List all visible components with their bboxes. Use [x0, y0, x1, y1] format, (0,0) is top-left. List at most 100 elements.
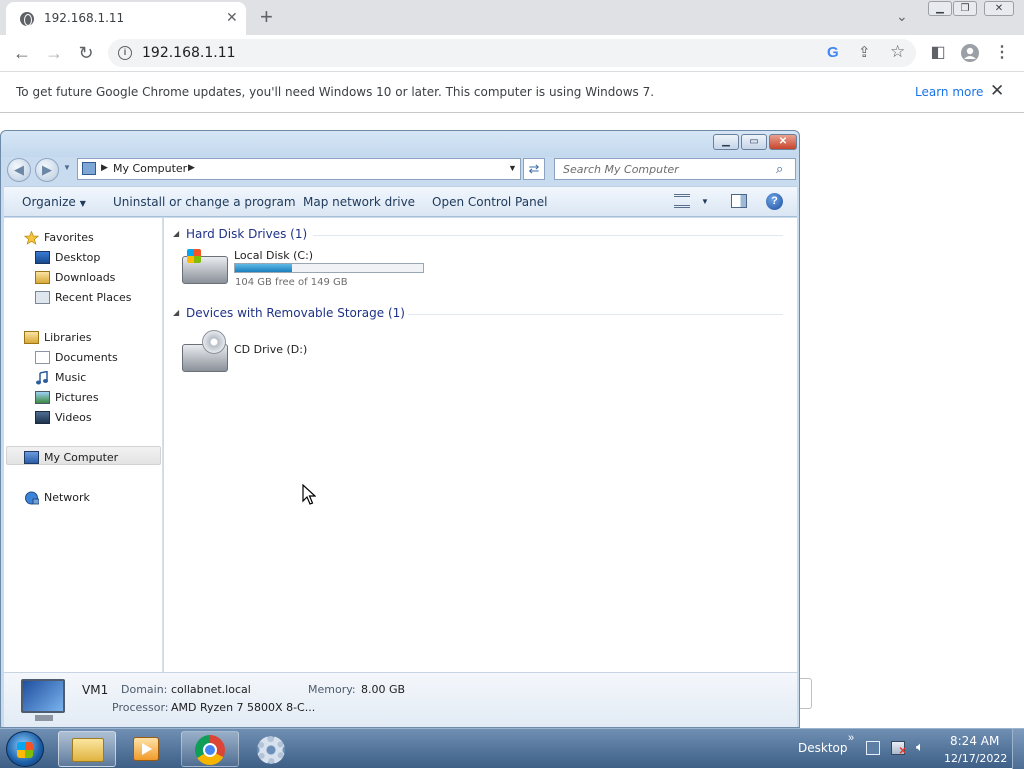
action-center-flag-icon[interactable] [866, 741, 880, 755]
side-panel-icon[interactable]: ◧ [926, 41, 950, 65]
memory-value: 8.00 GB [361, 683, 406, 696]
collapse-triangle-icon[interactable]: ◢ [173, 308, 179, 317]
network-status-icon[interactable]: ✕ [891, 741, 907, 757]
documents-icon [35, 351, 50, 364]
recent-pages-dropdown-icon[interactable]: ▼ [63, 163, 71, 172]
cd-drive-d-item[interactable]: CD Drive (D:) [178, 326, 338, 372]
learn-more-link[interactable]: Learn more [915, 85, 983, 99]
explorer-maximize-button[interactable]: ▭ [741, 134, 767, 150]
taskbar-chrome[interactable] [181, 731, 239, 767]
show-desktop-button[interactable] [1012, 729, 1024, 769]
window-minimize-button[interactable]: ▁ [928, 1, 952, 16]
chevron-down-icon: ▼ [79, 199, 86, 208]
preview-pane-icon[interactable] [731, 194, 747, 208]
content-pane: ◢ Hard Disk Drives (1) Local Disk (C:) 1… [164, 218, 797, 672]
open-control-panel-button[interactable]: Open Control Panel [432, 195, 547, 209]
drive-name: CD Drive (D:) [234, 343, 308, 356]
chrome-icon [195, 735, 225, 765]
nav-label: Downloads [55, 271, 116, 284]
nav-label: Documents [55, 351, 118, 364]
profile-icon[interactable] [958, 41, 982, 65]
update-infobar: To get future Google Chrome updates, you… [0, 71, 1024, 113]
url-text[interactable]: 192.168.1.11 [142, 45, 236, 61]
explorer-forward-button[interactable]: ▶ [35, 158, 59, 182]
explorer-back-button[interactable]: ◀ [7, 158, 31, 182]
group-header-label: Devices with Removable Storage (1) [186, 306, 405, 320]
desktop-toolbar-label[interactable]: Desktop [798, 741, 848, 755]
tab-search-icon[interactable]: ⌄ [896, 8, 908, 25]
tab-close-icon[interactable]: ✕ [226, 9, 238, 26]
nav-label: Recent Places [55, 291, 132, 304]
processor-label: Processor: [112, 701, 169, 714]
breadcrumb-arrow-icon[interactable]: ▶ [188, 162, 195, 173]
clock-time[interactable]: 8:24 AM [950, 734, 999, 748]
address-bar[interactable]: i 192.168.1.11 G ⇪ ☆ [108, 39, 916, 67]
domain-value: collabnet.local [171, 683, 251, 696]
drive-free-space: 104 GB free of 149 GB [235, 277, 348, 288]
search-placeholder: Search My Computer [563, 163, 679, 176]
tab-title: 192.168.1.11 [44, 11, 125, 25]
address-row: ◀ ▶ ▼ ▶ My Computer ▶ ▼ ⇄ Search My Comp… [1, 153, 799, 185]
breadcrumb-arrow-icon[interactable]: ▶ [101, 162, 108, 173]
tab-strip: 192.168.1.11 ✕ + ⌄ ▁ ❐ ✕ [0, 0, 1024, 35]
clock-date[interactable]: 12/17/2022 [944, 752, 1007, 765]
window-restore-button[interactable]: ❐ [953, 1, 977, 16]
memory-label: Memory: [308, 683, 356, 696]
refresh-icon[interactable]: ⇄ [523, 158, 545, 180]
site-info-icon[interactable]: i [118, 46, 132, 60]
google-lens-icon[interactable]: G [827, 44, 839, 61]
explorer-close-button[interactable]: ✕ [769, 134, 797, 150]
view-options-dropdown-icon[interactable]: ▼ [701, 197, 709, 206]
libraries-icon [24, 331, 39, 344]
new-tab-button[interactable]: + [260, 4, 273, 30]
chevron-right-icon[interactable]: » [848, 732, 854, 744]
explorer-address-bar[interactable]: ▶ My Computer ▶ ▼ [77, 158, 521, 180]
browser-tab[interactable]: 192.168.1.11 ✕ [6, 2, 246, 35]
taskbar-media-player[interactable] [118, 731, 176, 767]
recent-places-icon [35, 291, 50, 304]
windows-logo-icon [187, 249, 201, 263]
group-divider [313, 235, 783, 236]
taskbar-explorer[interactable] [58, 731, 116, 767]
search-icon[interactable]: ⌕ [776, 161, 783, 177]
share-icon[interactable]: ⇪ [858, 43, 871, 61]
explorer-minimize-button[interactable]: ▁ [713, 134, 739, 150]
navigation-pane: Favorites Desktop Downloads Recent Place… [4, 218, 163, 672]
globe-icon [20, 12, 34, 26]
forward-icon[interactable]: → [42, 41, 66, 65]
explorer-window: ▁ ▭ ✕ ◀ ▶ ▼ ▶ My Computer ▶ ▼ ⇄ Search M… [0, 130, 800, 728]
pictures-icon [35, 391, 50, 404]
disc-icon [202, 330, 226, 354]
bookmark-star-icon[interactable]: ☆ [890, 42, 905, 62]
local-disk-c-item[interactable]: Local Disk (C:) 104 GB free of 149 GB [178, 246, 448, 288]
downloads-folder-icon [35, 271, 50, 284]
breadcrumb-my-computer[interactable]: My Computer [113, 162, 187, 175]
collapse-triangle-icon[interactable]: ◢ [173, 229, 179, 238]
speaker-icon[interactable]: 🔈︎ [916, 739, 930, 754]
organize-button[interactable]: Organize ▼ [22, 195, 86, 209]
menu-icon[interactable]: ⋮ [990, 41, 1014, 65]
details-pane: VM1 Domain: collabnet.local Memory: 8.00… [4, 672, 797, 727]
nav-label: Pictures [55, 391, 99, 404]
back-icon[interactable]: ← [10, 41, 34, 65]
computer-monitor-icon [21, 679, 65, 721]
hard-disk-drives-group-header[interactable]: ◢ Hard Disk Drives (1) [173, 227, 789, 245]
removable-storage-group-header[interactable]: ◢ Devices with Removable Storage (1) [173, 306, 789, 324]
command-bar: Organize ▼ Uninstall or change a program … [4, 186, 797, 217]
start-button[interactable] [6, 731, 44, 767]
window-close-button[interactable]: ✕ [984, 1, 1014, 16]
infobar-close-icon[interactable]: ✕ [990, 81, 1004, 101]
help-icon[interactable]: ? [766, 193, 783, 210]
address-dropdown-icon[interactable]: ▼ [508, 163, 517, 173]
uninstall-program-button[interactable]: Uninstall or change a program [113, 195, 296, 209]
computer-icon [82, 162, 96, 175]
change-view-icon[interactable] [674, 194, 690, 208]
star-icon [23, 230, 40, 245]
reload-icon[interactable]: ↻ [74, 41, 98, 65]
nav-label: Music [55, 371, 87, 384]
explorer-search-input[interactable]: Search My Computer ⌕ [554, 158, 796, 180]
domain-label: Domain: [121, 683, 168, 696]
hard-drive-icon [182, 249, 228, 284]
taskbar-settings[interactable] [242, 731, 300, 767]
map-network-drive-button[interactable]: Map network drive [303, 195, 415, 209]
